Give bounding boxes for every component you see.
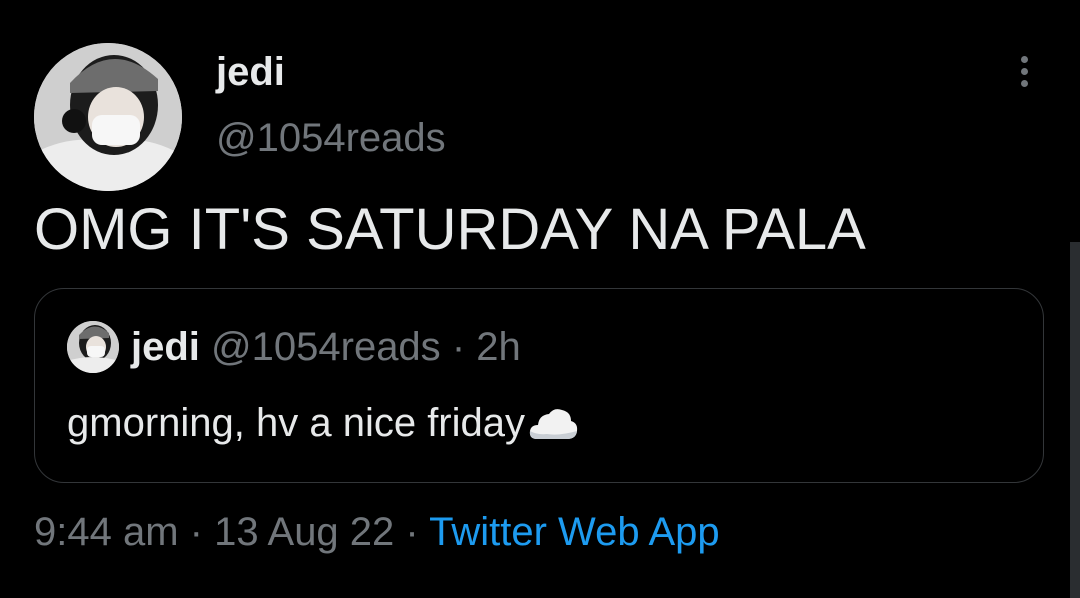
quoted-handle: @1054reads <box>211 325 441 369</box>
tweet-time[interactable]: 9:44 am <box>34 510 179 554</box>
quoted-tweet-text-line: gmorning, hv a nice friday <box>67 397 579 449</box>
meta-separator: · <box>189 510 203 554</box>
quoted-display-name: jedi <box>131 325 200 369</box>
quoted-separator: · <box>451 325 466 369</box>
author-handle[interactable]: @1054reads <box>216 114 446 162</box>
meta-separator: · <box>405 510 419 554</box>
tweet-text: OMG IT'S SATURDAY NA PALA <box>34 197 866 262</box>
quoted-author-avatar <box>67 321 119 373</box>
quoted-tweet-text: gmorning, hv a nice friday <box>67 401 526 445</box>
tweet-metadata: 9:44 am · 13 Aug 22 · Twitter Web App <box>34 506 720 558</box>
author-avatar[interactable] <box>34 43 182 191</box>
tweet-date[interactable]: 13 Aug 22 <box>214 510 394 554</box>
more-options-icon[interactable] <box>1012 56 1036 96</box>
scrollbar[interactable] <box>1070 242 1080 598</box>
quoted-tweet-header: jedi @1054reads · 2h <box>131 321 521 373</box>
cloud-icon <box>527 405 579 445</box>
tweet-source-link[interactable]: Twitter Web App <box>429 510 720 554</box>
quoted-age: 2h <box>476 325 521 369</box>
author-display-name[interactable]: jedi <box>216 48 285 96</box>
quoted-tweet-card[interactable]: jedi @1054reads · 2h gmorning, hv a nice… <box>34 288 1044 483</box>
